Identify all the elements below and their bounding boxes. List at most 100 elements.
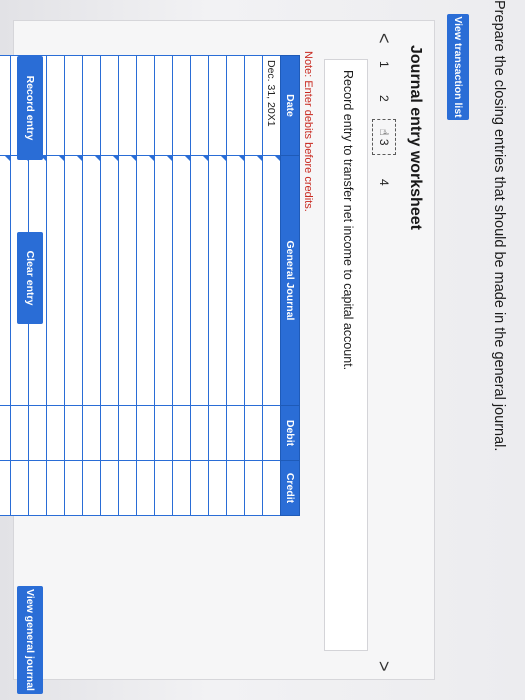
- hand-pointer-icon: ☝: [377, 128, 391, 136]
- credit-cell[interactable]: [172, 460, 191, 516]
- general-journal-header: General Journal: [280, 155, 300, 406]
- debit-cell[interactable]: [0, 405, 11, 461]
- debit-cell[interactable]: [172, 405, 191, 461]
- credit-cell[interactable]: [0, 460, 11, 516]
- account-cell[interactable]: [82, 155, 101, 406]
- debit-cell[interactable]: [154, 405, 173, 461]
- account-cell[interactable]: [226, 155, 245, 406]
- table-header-row: Date General Journal Debit Credit: [280, 55, 300, 516]
- credit-cell[interactable]: [154, 460, 173, 516]
- account-cell[interactable]: [64, 155, 83, 406]
- clear-entry-button[interactable]: Clear entry: [17, 232, 43, 324]
- account-cell[interactable]: [136, 155, 155, 406]
- account-cell[interactable]: [208, 155, 227, 406]
- account-cell[interactable]: [262, 155, 281, 406]
- date-cell[interactable]: [100, 55, 119, 156]
- account-cell[interactable]: [190, 155, 209, 406]
- date-cell[interactable]: [172, 55, 191, 156]
- credit-cell[interactable]: [46, 460, 65, 516]
- account-cell[interactable]: [0, 155, 11, 406]
- date-cell[interactable]: [64, 55, 83, 156]
- view-transaction-list-button[interactable]: View transaction list: [447, 14, 469, 120]
- credit-cell[interactable]: [136, 460, 155, 516]
- credit-cell[interactable]: [28, 460, 47, 516]
- worksheet-pager: < 1 2 ☝ 3 4 >: [370, 33, 396, 673]
- chevron-right-icon[interactable]: >: [373, 661, 394, 672]
- date-cell[interactable]: [136, 55, 155, 156]
- page-1-tab[interactable]: 1: [377, 61, 391, 68]
- screen: Prepare the closing entries that should …: [0, 0, 525, 700]
- date-cell[interactable]: Dec. 31, 20X1: [262, 55, 281, 156]
- account-cell[interactable]: [244, 155, 263, 406]
- credit-cell[interactable]: [208, 460, 227, 516]
- credit-cell[interactable]: [82, 460, 101, 516]
- debit-cell[interactable]: [82, 405, 101, 461]
- date-cell[interactable]: [190, 55, 209, 156]
- date-header: Date: [280, 55, 300, 156]
- debit-cell[interactable]: [208, 405, 227, 461]
- debit-cell[interactable]: [28, 405, 47, 461]
- credit-cell[interactable]: [244, 460, 263, 516]
- account-cell[interactable]: [46, 155, 65, 406]
- table-row: [118, 55, 137, 516]
- page-3-label: 3: [377, 138, 391, 146]
- table-row: [244, 55, 263, 516]
- page-3-tab-active[interactable]: ☝ 3: [372, 119, 396, 155]
- credit-cell[interactable]: [262, 460, 281, 516]
- table-row: [208, 55, 227, 516]
- credit-cell[interactable]: [190, 460, 209, 516]
- credit-cell[interactable]: [118, 460, 137, 516]
- chevron-left-icon[interactable]: <: [373, 33, 394, 44]
- debit-cell[interactable]: [10, 405, 29, 461]
- table-row: [100, 55, 119, 516]
- date-cell[interactable]: [244, 55, 263, 156]
- date-cell[interactable]: [118, 55, 137, 156]
- date-cell[interactable]: [46, 55, 65, 156]
- account-cell[interactable]: [118, 155, 137, 406]
- credit-cell[interactable]: [100, 460, 119, 516]
- debit-cell[interactable]: [118, 405, 137, 461]
- worksheet-title: Journal entry worksheet: [407, 45, 424, 230]
- date-cell[interactable]: [0, 55, 11, 156]
- table-row: [64, 55, 83, 516]
- debit-credit-note: Note: Enter debits before credits.: [302, 51, 314, 212]
- credit-cell[interactable]: [226, 460, 245, 516]
- page-4-tab[interactable]: 4: [377, 179, 391, 186]
- debit-cell[interactable]: [136, 405, 155, 461]
- table-row: [82, 55, 101, 516]
- record-entry-button[interactable]: Record entry: [17, 56, 43, 160]
- instruction-text: Prepare the closing entries that should …: [491, 0, 507, 452]
- credit-header: Credit: [280, 460, 300, 516]
- table-row: [136, 55, 155, 516]
- credit-cell[interactable]: [64, 460, 83, 516]
- account-cell[interactable]: [154, 155, 173, 406]
- table-row: [0, 55, 11, 516]
- view-general-journal-button[interactable]: View general journal: [17, 586, 43, 694]
- debit-cell[interactable]: [100, 405, 119, 461]
- table-row: [190, 55, 209, 516]
- date-cell[interactable]: [226, 55, 245, 156]
- debit-cell[interactable]: [46, 405, 65, 461]
- assignment-page: Prepare the closing entries that should …: [0, 0, 525, 700]
- table-row: [172, 55, 191, 516]
- debit-cell[interactable]: [226, 405, 245, 461]
- debit-cell[interactable]: [244, 405, 263, 461]
- credit-cell[interactable]: [10, 460, 29, 516]
- journal-entry-worksheet-panel: Journal entry worksheet < 1 2 ☝ 3 4 > Re…: [0, 20, 435, 680]
- entry-description-box: Record entry to transfer net income to c…: [324, 59, 368, 651]
- debit-header: Debit: [280, 405, 300, 461]
- debit-cell[interactable]: [190, 405, 209, 461]
- date-cell[interactable]: [82, 55, 101, 156]
- table-row: [46, 55, 65, 516]
- page-2-tab[interactable]: 2: [377, 95, 391, 102]
- table-row: Dec. 31, 20X1: [262, 55, 281, 516]
- date-cell[interactable]: [154, 55, 173, 156]
- entry-description: Record entry to transfer net income to c…: [341, 70, 355, 371]
- table-row: [226, 55, 245, 516]
- date-cell[interactable]: [208, 55, 227, 156]
- account-cell[interactable]: [172, 155, 191, 406]
- table-row: [154, 55, 173, 516]
- debit-cell[interactable]: [262, 405, 281, 461]
- account-cell[interactable]: [100, 155, 119, 406]
- debit-cell[interactable]: [64, 405, 83, 461]
